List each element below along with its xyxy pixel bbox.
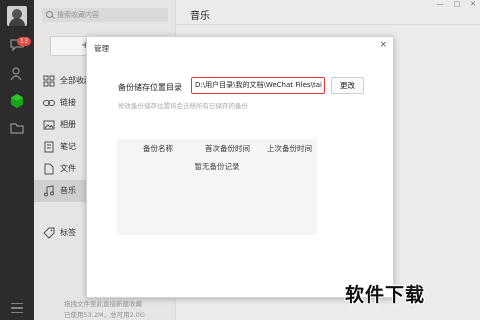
path-change-hint: 修改备份储存位置将会迁移所有已储存的备份 xyxy=(118,102,248,110)
empty-state: 暂无备份记录 xyxy=(194,162,240,171)
change-button[interactable]: 更改 xyxy=(331,77,364,94)
manage-dialog: 管理 × 备份储存位置目录 D:\用户目录\我的文档\WeChat Files\… xyxy=(86,36,394,298)
dialog-title: 管理 xyxy=(94,44,109,53)
watermark: 软件下载 xyxy=(345,284,426,306)
column-header-first-backup: 首次备份时间 xyxy=(205,144,250,153)
column-header-last-backup: 上次备份时间 xyxy=(267,144,312,153)
storage-path-label: 备份储存位置目录 xyxy=(118,83,182,92)
backup-table: 备份名称 首次备份时间 上次备份时间 暂无备份记录 xyxy=(117,139,317,235)
column-header-name: 备份名称 xyxy=(143,144,173,153)
storage-path-field[interactable]: D:\用户目录\我的文档\WeChat Files\tai xyxy=(191,77,325,94)
close-icon[interactable]: × xyxy=(379,39,387,51)
